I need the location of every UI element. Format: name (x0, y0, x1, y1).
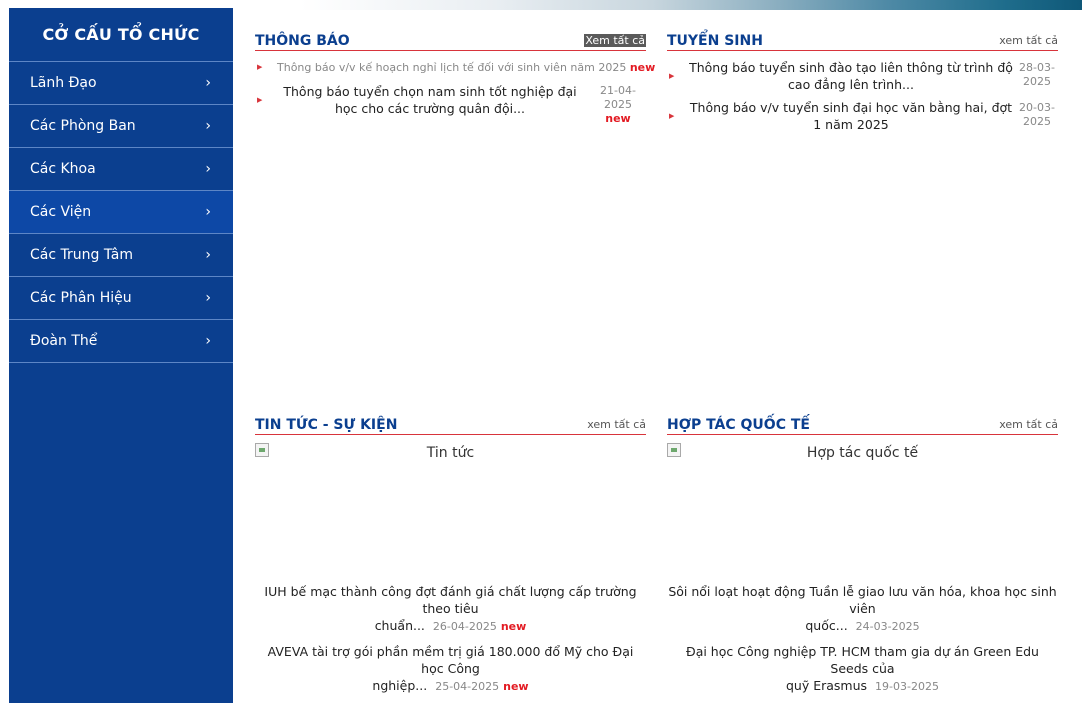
list-item[interactable]: AVEVA tài trợ gói phần mềm trị giá 180.0… (255, 643, 646, 695)
admissions-section: TUYỂN SINH xem tất cả ▶ Thông báo tuyển … (667, 30, 1058, 135)
list-item-date-year: 2025 (1023, 115, 1051, 128)
sidebar-item-label: Các Viện (30, 204, 92, 220)
sidebar-item-doan-the[interactable]: Đoàn Thể › (9, 320, 233, 363)
chevron-right-icon: › (205, 118, 211, 134)
bullet-icon: ▶ (257, 96, 263, 104)
news-section: TIN TỨC - SỰ KIỆN xem tất cả Tin tức IUH… (255, 414, 646, 703)
list-item-text-cont: chuẩn... (374, 618, 425, 633)
sidebar-item-label: Lãnh Đạo (30, 75, 97, 91)
top-banner-image (300, 0, 1082, 10)
list-item[interactable]: ▶ Thông báo tuyển sinh đào tạo liên thôn… (667, 59, 1058, 95)
section-title: THÔNG BÁO (255, 33, 350, 49)
list-item-date: 24-03-2025 (855, 620, 920, 633)
image-alt-text: Hợp tác quốc tế (806, 445, 919, 461)
section-title: TIN TỨC - SỰ KIỆN (255, 417, 398, 433)
list-item[interactable]: Sôi nổi loạt hoạt động Tuần lễ giao lưu … (667, 583, 1058, 635)
section-header: HỢP TÁC QUỐC TẾ xem tất cả (667, 414, 1058, 435)
sidebar-item-label: Các Phòng Ban (30, 118, 136, 134)
list-item-text: Đại học Công nghiệp TP. HCM tham gia dự … (686, 644, 1039, 676)
chevron-right-icon: › (205, 333, 211, 349)
list-item-text: Thông báo tuyển chọn nam sinh tốt nghiệp… (283, 84, 577, 116)
sidebar-item-label: Đoàn Thể (30, 333, 98, 349)
list-item-text: Sôi nổi loạt hoạt động Tuần lễ giao lưu … (668, 584, 1057, 616)
chevron-right-icon: › (205, 75, 211, 91)
international-cooperation-section: HỢP TÁC QUỐC TẾ xem tất cả Hợp tác quốc … (667, 414, 1058, 703)
list-item[interactable]: ▶ Thông báo v/v kế hoạch nghỉ lịch tế đố… (255, 61, 655, 77)
section-header: THÔNG BÁO Xem tất cả (255, 30, 646, 51)
list-item[interactable]: IUH bế mạc thành công đợt đánh giá chất … (255, 583, 646, 635)
sidebar-item-cac-phong-ban[interactable]: Các Phòng Ban › (9, 105, 233, 148)
list-item-text-cont: quỹ Erasmus (786, 678, 868, 693)
list-item[interactable]: ▶ Thông báo tuyển chọn nam sinh tốt nghi… (255, 83, 646, 125)
list-item-text: IUH bế mạc thành công đợt đánh giá chất … (264, 584, 637, 616)
list-item[interactable]: Đại học Công nghiệp TP. HCM tham gia dự … (667, 643, 1058, 695)
sidebar-item-cac-vien[interactable]: Các Viện › (9, 191, 233, 234)
list-item[interactable]: ▶ Thông báo v/v tuyển sinh đại học văn b… (667, 99, 1058, 135)
news-image[interactable]: Tin tức (255, 443, 646, 583)
list-item-date: 20-03- (1019, 101, 1055, 114)
list-item-date: 28-03- (1019, 61, 1055, 74)
sidebar-item-label: Các Trung Tâm (30, 247, 133, 263)
list-item-text: AVEVA tài trợ gói phần mềm trị giá 180.0… (267, 644, 634, 676)
new-badge: new (629, 61, 656, 74)
list-item-date-year: 2025 (1023, 75, 1051, 88)
list-item-text-cont: quốc... (805, 618, 848, 633)
sidebar-item-cac-phan-hieu[interactable]: Các Phân Hiệu › (9, 277, 233, 320)
chevron-right-icon: › (205, 161, 211, 177)
list-item-text: Thông báo v/v kế hoạch nghỉ lịch tế đối … (277, 61, 627, 74)
view-all-link[interactable]: xem tất cả (587, 418, 646, 431)
sidebar-item-cac-trung-tam[interactable]: Các Trung Tâm › (9, 234, 233, 277)
chevron-right-icon: › (205, 290, 211, 306)
chevron-right-icon: › (205, 204, 211, 220)
new-badge: new (503, 680, 529, 693)
section-title: TUYỂN SINH (667, 33, 763, 49)
sidebar-item-lanh-dao[interactable]: Lãnh Đạo › (9, 62, 233, 105)
sidebar: CỞ CẤU TỔ CHỨC Lãnh Đạo › Các Phòng Ban … (9, 8, 233, 703)
image-alt-text: Tin tức (426, 445, 475, 461)
list-item-text: Thông báo tuyển sinh đào tạo liên thông … (689, 60, 1013, 92)
list-item-date: 21-04-2025 (600, 84, 636, 111)
bullet-icon: ▶ (257, 63, 263, 71)
sidebar-title: CỞ CẤU TỔ CHỨC (9, 8, 233, 62)
section-header: TIN TỨC - SỰ KIỆN xem tất cả (255, 414, 646, 435)
bullet-icon: ▶ (669, 72, 675, 80)
list-item-date: 26-04-2025 (432, 620, 497, 633)
section-title: HỢP TÁC QUỐC TẾ (667, 417, 810, 433)
section-header: TUYỂN SINH xem tất cả (667, 30, 1058, 51)
new-badge: new (500, 620, 527, 633)
sidebar-item-cac-khoa[interactable]: Các Khoa › (9, 148, 233, 191)
announcements-section: THÔNG BÁO Xem tất cả ▶ Thông báo v/v kế … (255, 30, 655, 125)
view-all-link[interactable]: xem tất cả (999, 418, 1058, 431)
list-item-text-cont: nghiệp... (372, 678, 428, 693)
cooperation-image[interactable]: Hợp tác quốc tế (667, 443, 1058, 583)
chevron-right-icon: › (205, 247, 211, 263)
bullet-icon: ▶ (669, 112, 675, 120)
view-all-link[interactable]: Xem tất cả (584, 34, 646, 47)
new-badge: new (605, 112, 631, 125)
list-item-text: Thông báo v/v tuyển sinh đại học văn bằn… (689, 100, 1013, 132)
view-all-link[interactable]: xem tất cả (999, 34, 1058, 47)
list-item-date: 25-04-2025 (435, 680, 500, 693)
sidebar-item-label: Các Phân Hiệu (30, 290, 132, 306)
sidebar-item-label: Các Khoa (30, 161, 96, 177)
list-item-date: 19-03-2025 (875, 680, 939, 693)
